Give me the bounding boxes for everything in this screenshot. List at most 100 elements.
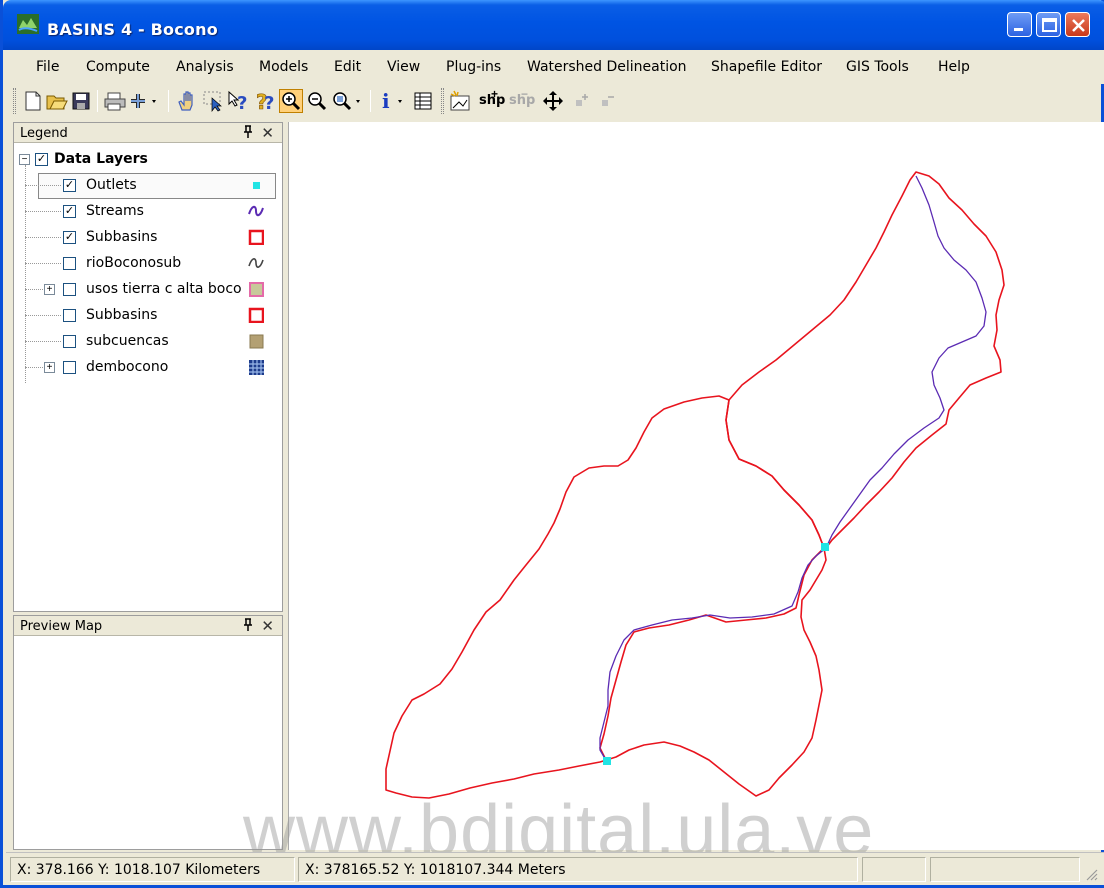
polygon-fill-symbol-icon <box>249 334 264 349</box>
line-symbol-icon <box>248 258 264 268</box>
layer-row-dembocono[interactable]: + dembocono <box>14 355 282 379</box>
svg-text:?: ? <box>237 93 247 112</box>
layer-label: Subbasins <box>86 229 158 245</box>
line-symbol-icon <box>248 205 264 217</box>
add-vertex-icon[interactable] <box>569 89 593 113</box>
zoom-out-icon[interactable] <box>305 89 329 113</box>
attribute-table-icon[interactable] <box>411 89 435 113</box>
layer-label: rioBoconosub <box>86 255 182 271</box>
menu-shapefile-editor[interactable]: Shapefile Editor <box>711 59 822 75</box>
zoom-in-icon[interactable] <box>279 89 303 113</box>
legend-panel: Legend ✕ − ✓ Data Layers ✓ Outlets ✓ Str… <box>13 122 283 612</box>
preview-map-panel: Preview Map ✕ <box>13 615 283 850</box>
stream-line <box>599 175 987 763</box>
save-icon[interactable] <box>69 89 93 113</box>
menu-help[interactable]: Help <box>938 59 970 75</box>
layer-checkbox[interactable]: ✓ <box>63 179 76 192</box>
layer-row-subbasins[interactable]: ✓ Subbasins <box>14 225 282 249</box>
group-label: Data Layers <box>54 151 148 167</box>
layer-label: Streams <box>86 203 144 219</box>
status-bar: X: 378.166 Y: 1018.107 Kilometers X: 378… <box>6 852 1104 885</box>
menu-gis-tools[interactable]: GIS Tools <box>846 59 909 75</box>
status-panel <box>930 857 1080 882</box>
remove-vertex-icon[interactable] <box>595 89 619 113</box>
layer-checkbox[interactable] <box>63 361 76 374</box>
open-icon[interactable] <box>45 89 69 113</box>
collapse-icon[interactable]: − <box>19 154 30 165</box>
app-icon <box>17 14 39 34</box>
group-checkbox[interactable]: ✓ <box>35 153 48 166</box>
close-button[interactable] <box>1065 12 1090 37</box>
menu-analysis[interactable]: Analysis <box>176 59 234 75</box>
maximize-button[interactable] <box>1036 12 1061 37</box>
layer-row-subcuencas[interactable]: subcuencas <box>14 329 282 353</box>
layer-label: subcuencas <box>86 333 169 349</box>
svg-text:i: i <box>382 90 390 112</box>
add-layer-icon[interactable] <box>129 89 163 113</box>
subbasin-lower <box>385 395 827 799</box>
select-icon[interactable] <box>201 89 225 113</box>
polygon-fill-symbol-icon <box>249 282 264 297</box>
legend-close-icon[interactable]: ✕ <box>261 124 274 142</box>
layer-row-outlets[interactable]: ✓ Outlets <box>14 173 282 197</box>
subbasin-upper <box>725 171 1005 549</box>
zoom-extent-icon[interactable] <box>331 89 365 113</box>
preview-header: Preview Map ✕ <box>14 616 282 636</box>
layer-checkbox[interactable] <box>63 283 76 296</box>
expand-icon[interactable]: + <box>44 362 55 373</box>
context-help-icon[interactable]: ?? <box>253 89 277 113</box>
legend-header: Legend ✕ <box>14 123 282 143</box>
menu-watershed-delineation[interactable]: Watershed Delineation <box>527 59 687 75</box>
status-panel <box>862 857 926 882</box>
menu-models[interactable]: Models <box>259 59 308 75</box>
app-window: BASINS 4 - Bocono File Compute Analysis … <box>0 0 1104 888</box>
menu-compute[interactable]: Compute <box>86 59 150 75</box>
preview-title: Preview Map <box>20 619 103 634</box>
pin-icon[interactable] <box>242 125 254 142</box>
grid-symbol-icon <box>249 360 264 375</box>
layer-row-usos-tierra[interactable]: + usos tierra c alta boco <box>14 277 282 301</box>
layer-checkbox[interactable] <box>63 257 76 270</box>
menu-file[interactable]: File <box>36 59 59 75</box>
status-coords-m: X: 378165.52 Y: 1018107.344 Meters <box>298 857 858 882</box>
expand-icon[interactable]: + <box>44 284 55 295</box>
outlet-point <box>821 543 829 551</box>
subbasin-divide <box>599 547 825 763</box>
layer-label: Subbasins <box>86 307 158 323</box>
pan-icon[interactable] <box>175 89 199 113</box>
layer-label: Outlets <box>86 177 137 193</box>
info-icon[interactable]: i <box>377 89 411 113</box>
toolbar-grip-2[interactable] <box>441 88 444 114</box>
menu-view[interactable]: View <box>387 59 420 75</box>
map-canvas[interactable] <box>288 122 1104 850</box>
status-coords-km: X: 378.166 Y: 1018.107 Kilometers <box>10 857 295 882</box>
new-icon[interactable] <box>21 89 45 113</box>
menu-plugins[interactable]: Plug-ins <box>446 59 501 75</box>
point-symbol-icon <box>253 182 260 189</box>
layer-row-subbasins-2[interactable]: Subbasins <box>14 303 282 327</box>
move-shape-icon[interactable] <box>541 89 565 113</box>
title-bar[interactable]: BASINS 4 - Bocono <box>3 0 1104 50</box>
window-title: BASINS 4 - Bocono <box>47 20 218 39</box>
map-drawing <box>385 171 1005 799</box>
minimize-button[interactable] <box>1007 12 1032 37</box>
polygon-symbol-icon <box>248 307 264 323</box>
layer-checkbox[interactable]: ✓ <box>63 231 76 244</box>
layer-row-rioboconosub[interactable]: rioBoconosub <box>14 251 282 275</box>
layer-checkbox[interactable] <box>63 335 76 348</box>
preview-close-icon[interactable]: ✕ <box>261 617 274 635</box>
resize-grip-icon[interactable] <box>1084 867 1098 881</box>
layer-label: usos tierra c alta boco <box>86 281 242 297</box>
layer-group-row[interactable]: − ✓ Data Layers <box>14 147 282 171</box>
toolbar-grip[interactable] <box>13 88 16 114</box>
menu-edit[interactable]: Edit <box>334 59 361 75</box>
layer-row-streams[interactable]: ✓ Streams <box>14 199 282 223</box>
layer-checkbox[interactable] <box>63 309 76 322</box>
main-toolbar: ? ?? i shp + shp − <box>13 84 763 118</box>
print-icon[interactable] <box>103 89 127 113</box>
pin-icon[interactable] <box>242 618 254 635</box>
layer-checkbox[interactable]: ✓ <box>63 205 76 218</box>
new-shapefile-icon[interactable] <box>449 89 473 113</box>
identify-help-icon[interactable]: ? <box>227 89 251 113</box>
legend-title: Legend <box>20 126 68 141</box>
